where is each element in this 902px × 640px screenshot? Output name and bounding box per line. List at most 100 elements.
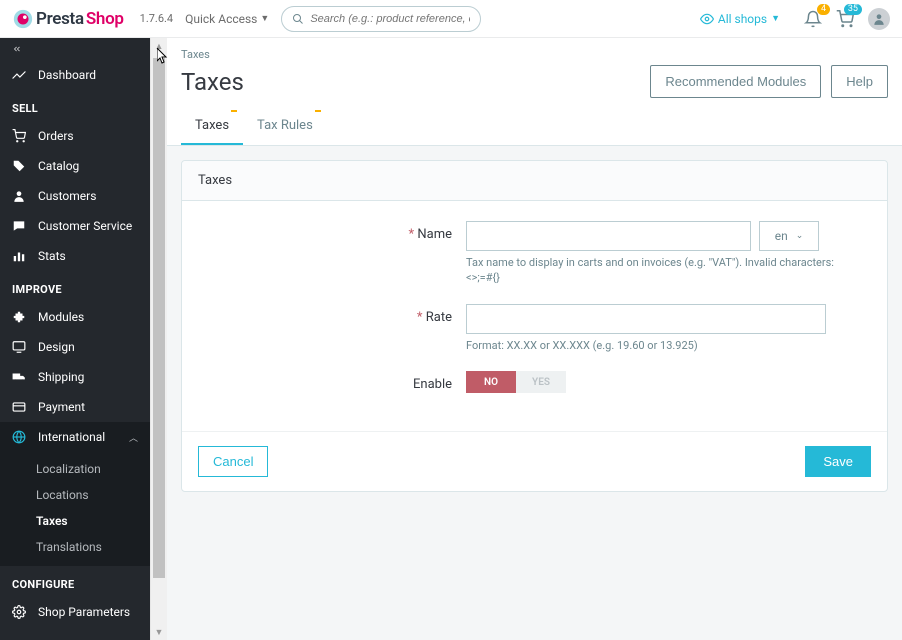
collapse-sidebar-button[interactable] (0, 38, 150, 60)
row-name: * Name en ⌄ Tax name to display in carts… (206, 221, 863, 286)
notifications-button[interactable]: 4 (804, 10, 822, 28)
language-dropdown[interactable]: en ⌄ (759, 221, 819, 251)
sidebar-item-customer-service[interactable]: Customer Service (0, 211, 150, 241)
rate-help-text: Format: XX.XX or XX.XXX (e.g. 19.60 or 1… (466, 338, 846, 353)
panel-footer: Cancel Save (182, 431, 887, 491)
name-input[interactable] (466, 221, 751, 251)
sidebar-submenu-international: Localization Locations Taxes Translation… (0, 452, 150, 566)
recommended-modules-button[interactable]: Recommended Modules (650, 65, 821, 98)
topbar-icons: 4 35 (804, 8, 890, 30)
sidebar-item-payment[interactable]: Payment (0, 392, 150, 422)
user-icon (12, 189, 28, 203)
tab-taxes[interactable]: Taxes (181, 108, 243, 145)
label-text: Name (417, 227, 452, 242)
sidebar-item-label: Modules (38, 310, 84, 324)
panel-header: Taxes (182, 161, 887, 201)
sidebar-item-international[interactable]: International ︿ (0, 422, 150, 452)
chevron-down-icon: ▼ (260, 13, 269, 24)
sidebar: Dashboard SELL Orders Catalog Customers … (0, 38, 150, 640)
rate-label: * Rate (206, 304, 466, 325)
sidebar-item-label: Catalog (38, 159, 79, 173)
sidebar-item-label: Design (38, 340, 75, 354)
logo[interactable]: PrestaShop (12, 8, 124, 30)
search-icon (292, 13, 304, 25)
eye-icon (700, 12, 714, 26)
tabs: Taxes Tax Rules (167, 108, 902, 145)
sidebar-item-label: Customer Service (38, 219, 132, 233)
toggle-no[interactable]: NO (466, 371, 516, 393)
sidebar-item-stats[interactable]: Stats (0, 241, 150, 271)
sidebar-item-dashboard[interactable]: Dashboard (0, 60, 150, 90)
page-title: Taxes (181, 68, 244, 96)
rate-input[interactable] (466, 304, 826, 334)
sidebar-item-label: Shipping (38, 370, 84, 384)
enable-label: Enable (206, 371, 466, 392)
breadcrumb: Taxes (167, 38, 902, 61)
scroll-down-icon[interactable]: ▼ (151, 624, 167, 640)
scroll-up-icon[interactable]: ▲ (151, 38, 167, 54)
sidebar-item-label: Payment (38, 400, 85, 414)
sidebar-item-label: Customers (38, 189, 96, 203)
logo-text-1: Presta (36, 9, 84, 29)
sidebar-section-improve: IMPROVE (0, 271, 150, 302)
cart-badge: 35 (844, 4, 862, 15)
tab-tax-rules[interactable]: Tax Rules (243, 108, 327, 145)
gear-icon (12, 605, 28, 619)
sidebar-item-customers[interactable]: Customers (0, 181, 150, 211)
save-button[interactable]: Save (805, 446, 871, 477)
sidebar-subitem-translations[interactable]: Translations (0, 534, 150, 560)
tag-icon (12, 159, 28, 173)
logo-text-2: Shop (86, 9, 124, 29)
scrollbar-thumb[interactable] (153, 58, 165, 578)
quick-access-dropdown[interactable]: Quick Access ▼ (185, 12, 269, 26)
row-enable: Enable NO YES (206, 371, 863, 393)
sidebar-item-label: Stats (38, 249, 66, 263)
sidebar-subitem-localization[interactable]: Localization (0, 456, 150, 482)
sidebar-item-orders[interactable]: Orders (0, 121, 150, 151)
search-box[interactable] (281, 6, 481, 32)
truck-icon (12, 370, 28, 384)
sidebar-item-shop-parameters[interactable]: Shop Parameters (0, 597, 150, 627)
sidebar-item-modules[interactable]: Modules (0, 302, 150, 332)
sidebar-item-label: Shop Parameters (38, 605, 130, 619)
help-button[interactable]: Help (831, 65, 888, 98)
sidebar-subitem-locations[interactable]: Locations (0, 482, 150, 508)
logo-icon (12, 8, 34, 30)
sidebar-item-catalog[interactable]: Catalog (0, 151, 150, 181)
all-shops-dropdown[interactable]: All shops ▼ (700, 12, 780, 26)
search-input[interactable] (310, 13, 470, 25)
cancel-button[interactable]: Cancel (198, 446, 268, 477)
lang-label: en (775, 229, 788, 243)
sidebar-subitem-taxes[interactable]: Taxes (0, 508, 150, 534)
version-text: 1.7.6.4 (140, 12, 173, 25)
sidebar-item-label: Orders (38, 129, 74, 143)
chart-icon (12, 249, 28, 263)
label-text: Rate (426, 310, 452, 325)
cart-button[interactable]: 35 (836, 10, 854, 28)
name-help-text: Tax name to display in carts and on invo… (466, 255, 846, 286)
quick-access-label: Quick Access (185, 12, 257, 26)
row-rate: * Rate Format: XX.XX or XX.XXX (e.g. 19.… (206, 304, 863, 353)
sidebar-item-shipping[interactable]: Shipping (0, 362, 150, 392)
globe-icon (12, 430, 28, 444)
tab-indicator-icon (231, 110, 237, 112)
cart-icon (12, 129, 28, 143)
toggle-yes[interactable]: YES (516, 371, 566, 393)
tab-label: Tax Rules (257, 118, 313, 133)
sidebar-item-design[interactable]: Design (0, 332, 150, 362)
topbar: PrestaShop 1.7.6.4 Quick Access ▼ All sh… (0, 0, 902, 38)
main-content: Taxes Taxes Recommended Modules Help Tax… (167, 38, 902, 640)
scrollbar[interactable]: ▲ ▼ (150, 38, 167, 640)
enable-toggle[interactable]: NO YES (466, 371, 846, 393)
sidebar-section-configure: CONFIGURE (0, 566, 150, 597)
chevron-up-icon: ︿ (129, 431, 138, 444)
chevron-down-icon: ▼ (771, 13, 780, 24)
monitor-icon (12, 340, 28, 354)
chevron-down-icon: ⌄ (796, 231, 804, 241)
card-icon (12, 400, 28, 414)
tab-label: Taxes (195, 118, 229, 133)
user-avatar[interactable] (868, 8, 890, 30)
sidebar-item-label: International (38, 430, 105, 444)
notification-badge: 4 (817, 4, 830, 15)
form-panel: Taxes * Name en ⌄ Tax name to display in… (181, 160, 888, 492)
